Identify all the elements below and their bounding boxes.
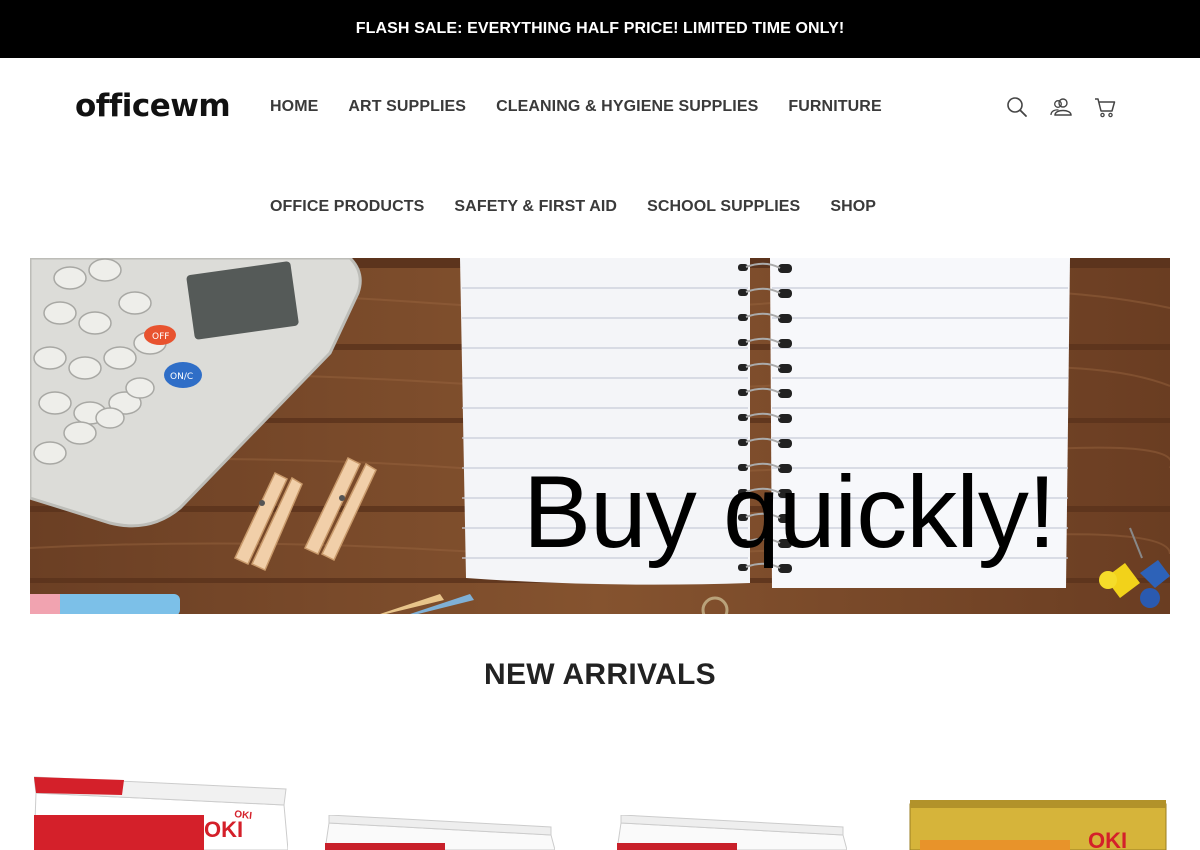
product-card-4[interactable]: OKI [908, 800, 1168, 850]
hero-headline: Buy quickly! [523, 455, 1056, 569]
calc-on-key: ON/C [170, 372, 193, 382]
announcement-text: FLASH SALE: EVERYTHING HALF PRICE! LIMIT… [355, 20, 845, 37]
calc-off-key: OFF [152, 332, 169, 342]
product-brand-4: OKI [1088, 828, 1127, 850]
nav-cleaning-hygiene[interactable]: CLEANING & HYGIENE SUPPLIES [496, 98, 758, 116]
nav-school-supplies[interactable]: SCHOOL SUPPLIES [647, 198, 800, 216]
main-nav-row-1: HOME ART SUPPLIES CLEANING & HYGIENE SUP… [270, 98, 882, 116]
product-card-1[interactable]: OKI OKI [34, 775, 288, 850]
nav-shop[interactable]: SHOP [830, 198, 876, 216]
nav-furniture[interactable]: FURNITURE [788, 98, 881, 116]
announcement-bar: FLASH SALE: EVERYTHING HALF PRICE! LIMIT… [0, 0, 1200, 58]
search-icon[interactable] [1006, 96, 1028, 118]
new-arrivals-heading: NEW ARRIVALS [484, 658, 716, 691]
product-brand-1: OKI [204, 817, 243, 842]
product-card-2[interactable] [325, 815, 555, 850]
site-logo[interactable]: officewm [75, 88, 231, 124]
hero-banner[interactable]: OFF ON/C Buy quickly! [30, 258, 1170, 614]
header-icons [1006, 96, 1116, 118]
main-nav-row-2: OFFICE PRODUCTS SAFETY & FIRST AID SCHOO… [270, 198, 876, 216]
product-card-3[interactable] [617, 815, 847, 850]
product-image-4: OKI [909, 800, 1167, 850]
svg-text:OKI: OKI [234, 809, 253, 822]
product-image-2 [325, 815, 555, 850]
cart-icon[interactable] [1094, 96, 1116, 118]
account-icon[interactable] [1050, 96, 1072, 118]
product-image-3 [617, 815, 847, 850]
nav-art-supplies[interactable]: ART SUPPLIES [348, 98, 466, 116]
nav-home[interactable]: HOME [270, 98, 318, 116]
nav-office-products[interactable]: OFFICE PRODUCTS [270, 198, 424, 216]
product-image-1: OKI OKI [34, 776, 288, 850]
nav-safety-first-aid[interactable]: SAFETY & FIRST AID [454, 198, 617, 216]
